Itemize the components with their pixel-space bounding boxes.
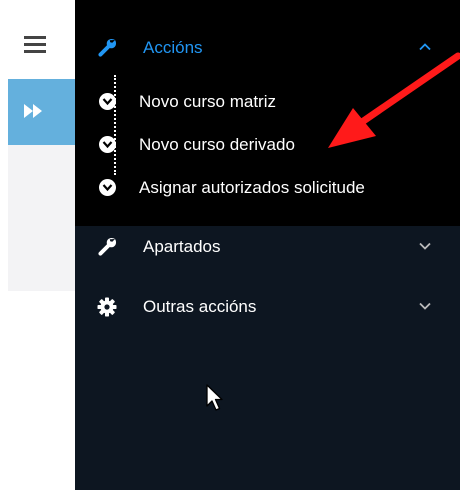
chevron-circle-down-icon	[99, 179, 116, 196]
panel-background	[8, 145, 75, 291]
chevron-down-icon[interactable]	[418, 301, 432, 311]
menu-icon[interactable]	[24, 36, 46, 54]
annotation-arrow-icon	[328, 52, 460, 148]
chevron-circle-down-icon	[99, 136, 116, 153]
submenu-item-label: Novo curso derivado	[139, 135, 295, 154]
chevron-down-icon[interactable]	[418, 241, 432, 251]
fast-forward-icon	[24, 104, 42, 118]
submenu-item-label: Novo curso matriz	[139, 92, 276, 111]
menu-item-label: Apartados	[143, 237, 221, 256]
mouse-cursor-icon	[206, 384, 223, 411]
submenu-item-label: Asignar autorizados solicitude	[139, 178, 365, 197]
gear-icon	[97, 297, 117, 317]
menu-item-apartados[interactable]: Apartados	[75, 227, 460, 267]
menu-item-label: Outras accións	[143, 297, 257, 316]
menu-item-outras-accions[interactable]: Outras accións	[75, 287, 460, 327]
left-panel	[0, 0, 75, 490]
wrench-icon	[98, 38, 117, 57]
expand-button[interactable]	[8, 79, 75, 145]
wrench-icon	[98, 237, 117, 256]
chevron-circle-down-icon	[99, 93, 116, 110]
menu-item-label: Accións	[143, 38, 203, 57]
submenu-item-asignar-autorizados[interactable]: Asignar autorizados solicitude	[75, 173, 460, 203]
